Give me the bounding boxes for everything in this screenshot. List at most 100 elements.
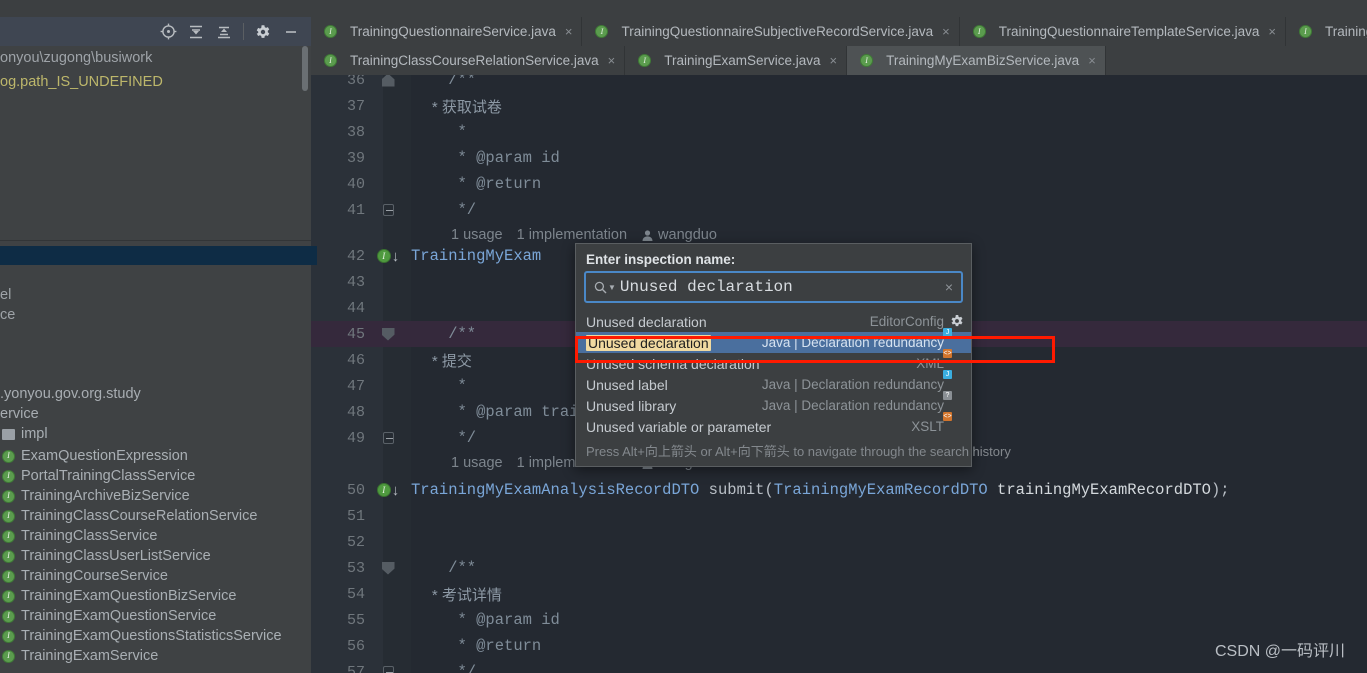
tab-label: TrainingQuestionnaireTemplateService.jav… [998, 24, 1260, 39]
list-item[interactable]: Unused declaration EditorConfig [576, 311, 971, 332]
close-icon[interactable]: × [830, 53, 838, 68]
code-text-signature: TrainingMyExamAnalysisRecordDTO submit(T… [403, 481, 1230, 499]
clear-icon[interactable]: × [945, 279, 953, 295]
tab-training-questionnaire-subjective-record-service[interactable]: I TrainingQuestionnaireSubjectiveRecordS… [582, 17, 960, 46]
list-item[interactable]: I ExamQuestionExpression [0, 446, 311, 466]
list-item[interactable]: I TrainingExamQuestionBizService [0, 586, 311, 606]
line-number: 46 [346, 351, 365, 369]
search-input[interactable]: Unused declaration [618, 278, 943, 296]
chevron-down-icon[interactable]: ▼ [608, 283, 616, 292]
java-badge: J [943, 328, 952, 337]
list-item-label: TrainingExamQuestionBizService [21, 588, 237, 604]
tab-training-questionnaire-template-service[interactable]: I TrainingQuestionnaireTemplateService.j… [959, 17, 1286, 46]
list-item-meta: EditorConfig [869, 314, 944, 329]
fold-marker[interactable] [373, 327, 403, 341]
list-item-label: TrainingClassService [21, 528, 158, 544]
code-line: 51 [311, 503, 1367, 529]
fragment-line-1: el [0, 287, 12, 303]
settings-gear-icon[interactable] [252, 21, 274, 43]
search-field[interactable]: ▼ Unused declaration × [584, 271, 963, 303]
list-item[interactable]: I TrainingClassUserListService [0, 546, 311, 566]
list-item[interactable]: Unused library Java | Declaration redund… [576, 391, 971, 416]
close-icon[interactable]: × [1268, 24, 1276, 39]
usage-count[interactable]: 1 usage [451, 455, 503, 471]
code-line: 57 */ [311, 659, 1367, 673]
code-line: 50 I ↓ TrainingMyExamAnalysisRecordDTO su… [311, 477, 1367, 503]
minimize-icon[interactable] [280, 21, 302, 43]
list-item[interactable]: I TrainingClassCourseRelationService [0, 506, 311, 526]
list-item-label: Unused declaration [586, 313, 707, 330]
fold-marker[interactable] [373, 204, 403, 216]
implemented-marker[interactable]: I ↓ [373, 482, 403, 499]
panel-top-strip [0, 0, 311, 17]
list-item[interactable]: I PortalTrainingClassService [0, 466, 311, 486]
popup-footer-hint: Press Alt+向上箭头 or Alt+向下箭头 to navigate t… [586, 444, 1011, 459]
tab-training-my-exam-biz-service[interactable]: I TrainingMyExamBizService.java × [847, 46, 1106, 75]
implemented-marker[interactable]: I ↓ [373, 248, 403, 265]
java-file-icon: J [943, 370, 965, 392]
implementation-count[interactable]: 1 implementation [517, 227, 627, 243]
fold-marker[interactable] [373, 666, 403, 673]
tab-training-exam-service[interactable]: I TrainingExamService.java × [625, 46, 848, 75]
list-item-meta: XSLT [911, 419, 944, 434]
scroll-from-source-icon[interactable] [157, 21, 179, 43]
list-item[interactable]: I TrainingExamQuestionService [0, 606, 311, 626]
panel-selected-row[interactable] [0, 246, 311, 265]
fold-marker[interactable] [373, 561, 403, 575]
line-number: 37 [346, 97, 365, 115]
tree-item-impl-folder[interactable]: impl [0, 424, 311, 444]
list-item[interactable]: I TrainingArchiveBizService [0, 486, 311, 506]
code-text: */ [411, 429, 477, 447]
code-line: 41 */ [311, 197, 1367, 223]
tab-row-1: I TrainingQuestionnaireService.java × I … [311, 17, 1367, 46]
list-item-label: Unused label [586, 376, 668, 393]
list-item[interactable]: Unused variable or parameter XSLT <> [576, 412, 971, 437]
left-tool-panel: onyou\zugong\busiwork og.path_IS_UNDEFIN… [0, 0, 311, 673]
tab-training-question-option-service[interactable]: I TrainingQuestionOptionService.java [1285, 17, 1367, 46]
interface-icon: I [2, 449, 15, 463]
inspection-results-list: Unused declaration EditorConfig Unused d… [576, 311, 971, 437]
arrow-down-icon: ↓ [391, 481, 400, 499]
list-item[interactable]: I TrainingClassService [0, 526, 311, 546]
fold-marker[interactable] [373, 432, 403, 444]
code-text: */ [411, 663, 477, 673]
code-text: * 提交 [411, 352, 472, 370]
collapse-all-icon[interactable] [213, 21, 235, 43]
list-item[interactable]: I TrainingCourseService [0, 566, 311, 586]
tab-training-questionnaire-service[interactable]: I TrainingQuestionnaireService.java × [311, 17, 583, 46]
close-icon[interactable]: × [942, 24, 950, 39]
search-icon[interactable]: ▼ [594, 281, 616, 294]
list-item[interactable]: I TrainingExamQuestionsStatisticsService [0, 626, 311, 646]
unknown-file-icon: ? [943, 391, 965, 413]
interface-icon: I [2, 509, 15, 523]
editor-tab-bar: I TrainingQuestionnaireService.java × I … [311, 17, 1367, 75]
list-item[interactable]: Unused label Java | Declaration redundan… [576, 370, 971, 395]
tab-training-class-course-relation-service[interactable]: I TrainingClassCourseRelationService.jav… [311, 46, 626, 75]
xml-file-icon: <> [943, 349, 965, 371]
line-number: 40 [346, 175, 365, 193]
list-item[interactable]: I TrainingExamService [0, 646, 311, 666]
code-line: 40 * @return [311, 171, 1367, 197]
panel-scrollbar[interactable] [302, 46, 308, 91]
inlay-author[interactable]: wangduo [641, 227, 717, 243]
unknown-badge: ? [943, 391, 952, 400]
expand-all-icon[interactable] [185, 21, 207, 43]
list-item[interactable]: Unused schema declaration XML <> [576, 349, 971, 374]
list-item-meta: Java | Declaration redundancy [761, 377, 944, 392]
list-item-label: TrainingExamQuestionService [21, 608, 217, 624]
interface-icon: I [2, 529, 15, 543]
author-name: wangduo [658, 227, 717, 243]
usage-count[interactable]: 1 usage [451, 227, 503, 243]
java-file-icon: J [943, 328, 965, 350]
code-text: * @return [411, 175, 542, 193]
close-icon[interactable]: × [1088, 53, 1096, 68]
fold-marker[interactable] [373, 75, 403, 87]
close-icon[interactable]: × [608, 53, 616, 68]
line-number: 55 [346, 611, 365, 629]
list-item-selected[interactable]: Unused declaration Java | Declaration re… [576, 328, 971, 353]
code-text: TrainingMyExam [411, 247, 542, 265]
interface-icon: I [2, 569, 15, 583]
fragment-line-2: ce [0, 307, 16, 323]
close-icon[interactable]: × [565, 24, 573, 39]
line-number: 52 [346, 533, 365, 551]
